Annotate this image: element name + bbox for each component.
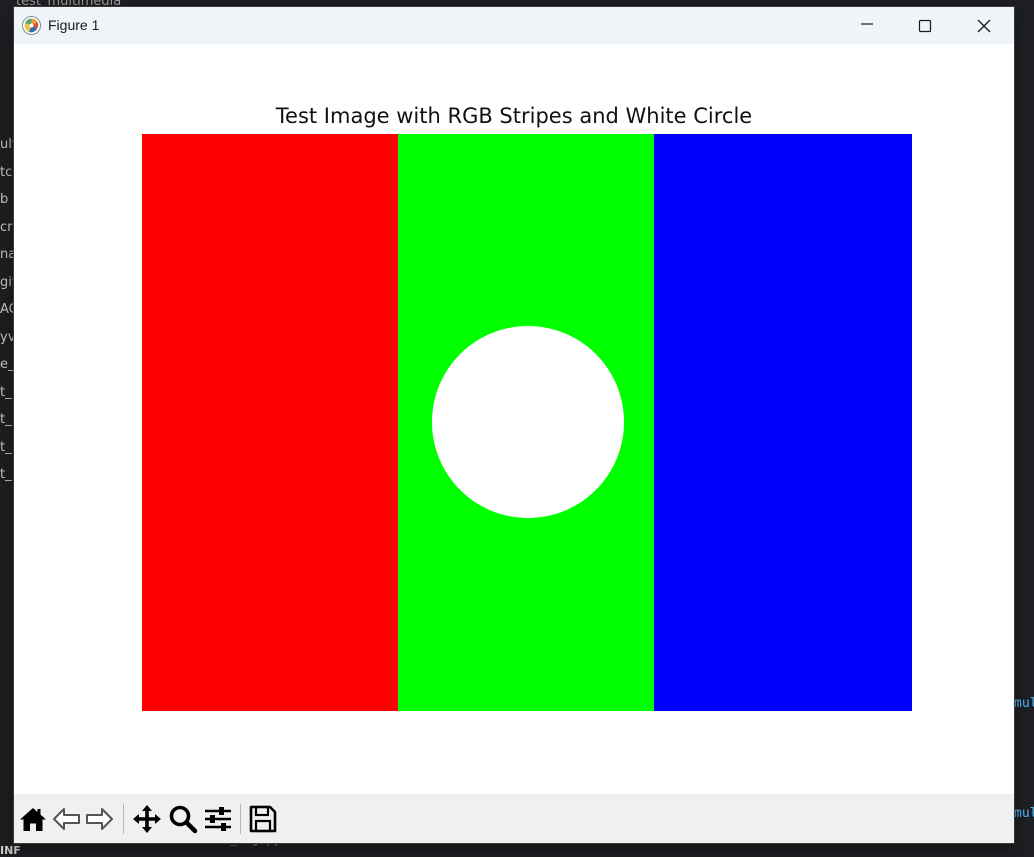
move-icon: [133, 805, 161, 833]
floppy-disk-icon: [249, 805, 277, 833]
background-file-item: b: [0, 192, 9, 207]
background-file-item: tc: [0, 165, 13, 180]
background-file-item: t_: [0, 467, 12, 482]
toolbar-separator: [240, 804, 241, 834]
zoom-button[interactable]: [167, 803, 199, 835]
red-stripe: [142, 134, 398, 711]
background-file-item: cri: [0, 220, 14, 235]
background-code-token: mul: [1014, 806, 1034, 821]
background-code-token: mul: [1014, 696, 1034, 711]
matplotlib-logo-icon: [22, 16, 41, 35]
figure-canvas[interactable]: Test Image with RGB Stripes and White Ci…: [14, 44, 1014, 794]
close-button[interactable]: [955, 7, 1013, 44]
background-file-item: t_: [0, 412, 12, 427]
maximize-button[interactable]: [896, 7, 954, 44]
window-title: Figure 1: [48, 17, 100, 33]
forward-arrow-icon: [86, 808, 113, 830]
back-button[interactable]: [51, 803, 83, 835]
maximize-icon: [918, 19, 932, 33]
minimize-button[interactable]: [838, 7, 896, 44]
figure-window: Figure 1 Test Image with RGB Stripes and…: [14, 7, 1014, 843]
pan-button[interactable]: [131, 803, 163, 835]
close-icon: [977, 19, 991, 33]
sliders-icon: [205, 807, 231, 831]
window-titlebar[interactable]: Figure 1: [14, 7, 1014, 44]
white-circle: [432, 326, 624, 518]
background-file-item: git: [0, 275, 14, 290]
minimize-icon: [861, 23, 873, 25]
background-file-item: yv: [0, 330, 14, 345]
background-file-item: t_: [0, 440, 12, 455]
home-icon: [20, 808, 46, 831]
forward-button[interactable]: [83, 803, 115, 835]
background-file-item: e_: [0, 357, 14, 372]
configure-subplots-button[interactable]: [202, 803, 234, 835]
home-button[interactable]: [17, 803, 49, 835]
blue-stripe: [654, 134, 912, 711]
background-status-label: INF: [0, 844, 21, 857]
image-axes: [142, 134, 912, 711]
magnifier-icon: [169, 805, 198, 834]
background-file-item: AC: [0, 302, 14, 317]
save-button[interactable]: [247, 803, 279, 835]
toolbar-separator: [123, 804, 124, 834]
back-arrow-icon: [53, 808, 80, 830]
background-explorer-strip: ult tc b cri na git AC yv e_ t_ t_ t_ t_: [0, 0, 14, 857]
background-file-item: na: [0, 247, 14, 262]
background-file-item: ult: [0, 137, 14, 152]
navigation-toolbar: [14, 794, 1014, 843]
background-file-item: t_: [0, 385, 12, 400]
background-statusbar: [0, 843, 1034, 857]
